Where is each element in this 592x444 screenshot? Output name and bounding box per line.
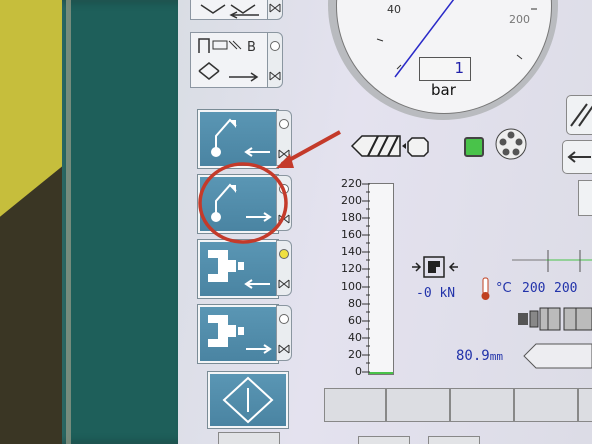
arrow-head-icon (276, 154, 294, 168)
annotation-overlay (198, 130, 341, 244)
highlight-circle (198, 162, 288, 244)
